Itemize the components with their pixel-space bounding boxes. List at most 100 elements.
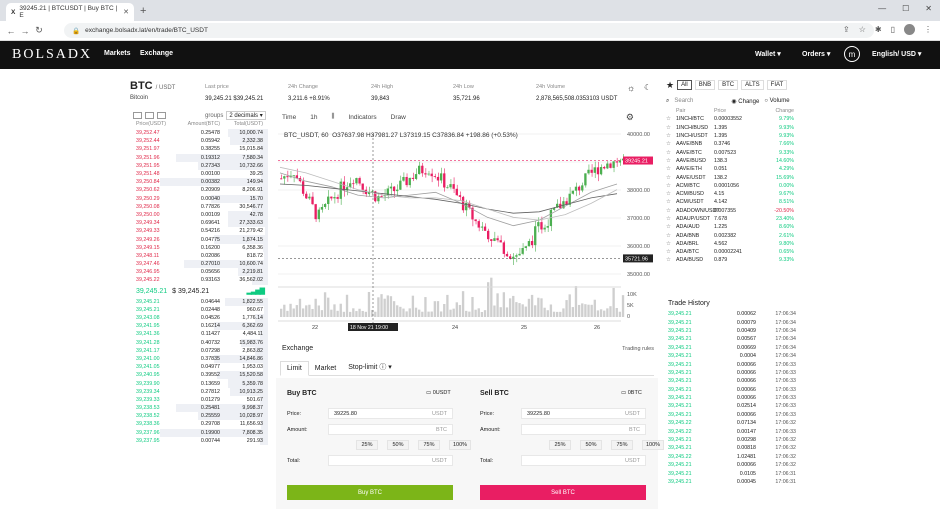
orderbook-row[interactable]: 39,252.47 0.25478 10,000.74 bbox=[133, 129, 268, 138]
market-search-input[interactable]: Search bbox=[674, 98, 726, 104]
orderbook-row[interactable]: 39,243.08 0.04526 1,776.14 bbox=[133, 313, 268, 323]
market-row[interactable]: ☆ ADA/AUD 1.225 8.60% bbox=[666, 223, 800, 231]
favorite-star-icon[interactable]: ☆ bbox=[666, 125, 676, 131]
browser-tab[interactable]: X 39245.21 | BTCUSDT | Buy BTC | E ✕ bbox=[6, 3, 134, 21]
asks-view-icon[interactable] bbox=[157, 112, 166, 119]
percent-100-button[interactable]: 100% bbox=[642, 440, 664, 450]
market-row[interactable]: ☆ 1INCH/USDT 1.395 9.93% bbox=[666, 132, 800, 140]
percent-25-button[interactable]: 25% bbox=[356, 440, 378, 450]
forward-icon[interactable]: → bbox=[18, 26, 32, 36]
nav-orders[interactable]: Orders ▾ bbox=[802, 50, 830, 58]
orderbook-row[interactable]: 39,241.17 0.07298 2,863.82 bbox=[133, 346, 268, 355]
indicators-icon[interactable]: ⫼ bbox=[331, 113, 334, 121]
market-row[interactable]: ☆ AAVE/BUSD 138.3 14.60% bbox=[666, 157, 800, 165]
percent-50-button[interactable]: 50% bbox=[387, 440, 409, 450]
language-currency-selector[interactable]: English/ USD ▾ bbox=[872, 50, 921, 58]
market-row[interactable]: ☆ AAVE/BNB 0.3746 7.66% bbox=[666, 140, 800, 148]
percent-75-button[interactable]: 75% bbox=[611, 440, 633, 450]
orderbook-row[interactable]: 39,250.84 0.00382 149.94 bbox=[133, 178, 268, 187]
filter-all[interactable]: All bbox=[677, 80, 692, 90]
dark-theme-icon[interactable]: ☾ bbox=[644, 83, 651, 92]
market-row[interactable]: ☆ ACM/USDT 4.142 8.51% bbox=[666, 198, 800, 206]
favorite-star-icon[interactable]: ☆ bbox=[666, 208, 676, 214]
favorite-star-icon[interactable]: ☆ bbox=[666, 249, 676, 255]
chart-tab-time[interactable]: Time bbox=[282, 114, 296, 121]
buy-amount-input[interactable]: BTC bbox=[328, 424, 453, 435]
nav-markets[interactable]: Markets bbox=[104, 50, 130, 57]
orderbook-row[interactable]: 39,250.00 0.00109 42.78 bbox=[133, 210, 268, 220]
chart-tab-indicators[interactable]: Indicators bbox=[348, 114, 376, 121]
user-avatar[interactable]: m bbox=[844, 46, 860, 62]
favorite-star-icon[interactable]: ☆ bbox=[666, 257, 676, 263]
menu-icon[interactable]: ⋮ bbox=[924, 25, 932, 34]
orderbook-row[interactable]: 39,250.62 0.20909 8,206.91 bbox=[133, 186, 268, 195]
close-window-icon[interactable]: ✕ bbox=[925, 4, 932, 13]
favorite-star-icon[interactable]: ☆ bbox=[666, 150, 676, 156]
favorite-star-icon[interactable]: ☆ bbox=[666, 199, 676, 205]
sell-amount-input[interactable]: BTC bbox=[521, 424, 646, 435]
orderbook-row[interactable]: 39,238.52 0.25559 10,028.97 bbox=[133, 412, 268, 421]
orderbook-row[interactable]: 39,249.26 0.04775 1,874.15 bbox=[133, 235, 268, 244]
market-row[interactable]: ☆ 1INCH/BTC 0.00003552 9.79% bbox=[666, 115, 800, 123]
nav-exchange[interactable]: Exchange bbox=[140, 50, 173, 57]
orderbook-row[interactable]: 39,249.34 0.69641 27,333.63 bbox=[133, 219, 268, 228]
minimize-icon[interactable]: — bbox=[878, 4, 886, 13]
orderbook-row[interactable]: 39,251.95 0.27343 10,732.66 bbox=[133, 161, 268, 170]
favorite-star-icon[interactable]: ☆ bbox=[666, 158, 676, 164]
new-tab-icon[interactable]: + bbox=[140, 5, 146, 17]
decimals-select[interactable]: 2 decimals ▾ bbox=[226, 111, 266, 120]
market-row[interactable]: ☆ ADADOWN/USDT 0.007355 -20.50% bbox=[666, 207, 800, 215]
reading-list-icon[interactable]: ▯ bbox=[891, 25, 895, 34]
tab-market[interactable]: Market bbox=[309, 362, 342, 375]
favorite-star-icon[interactable]: ☆ bbox=[666, 241, 676, 247]
orderbook-row[interactable]: 39,237.95 0.00744 291.93 bbox=[133, 436, 268, 445]
percent-75-button[interactable]: 75% bbox=[418, 440, 440, 450]
orderbook-row[interactable]: 39,238.36 0.29708 11,656.93 bbox=[133, 420, 268, 429]
tab-stop-limit[interactable]: Stop-limit ⓘ ▾ bbox=[342, 359, 398, 375]
percent-100-button[interactable]: 100% bbox=[449, 440, 471, 450]
market-row[interactable]: ☆ ACM/BUSD 4.15 9.67% bbox=[666, 190, 800, 198]
share-icon[interactable]: ⇪ bbox=[843, 25, 850, 34]
sell-total-input[interactable]: USDT bbox=[521, 455, 646, 466]
market-row[interactable]: ☆ ADA/BRL 4.562 9.80% bbox=[666, 240, 800, 248]
orderbook-row[interactable]: 39,247.46 0.27010 10,600.74 bbox=[133, 260, 268, 269]
back-icon[interactable]: ← bbox=[4, 26, 18, 36]
filter-btc[interactable]: BTC bbox=[718, 80, 739, 90]
site-logo[interactable]: BOLSADX bbox=[12, 47, 92, 63]
favorite-star-icon[interactable]: ☆ bbox=[666, 175, 676, 181]
reload-icon[interactable]: ↻ bbox=[32, 25, 46, 36]
buy-total-input[interactable]: USDT bbox=[328, 455, 453, 466]
orderbook-row[interactable]: 39,239.90 0.13659 5,359.78 bbox=[133, 379, 268, 388]
orderbook-row[interactable]: 39,251.48 0.00100 39.25 bbox=[133, 169, 268, 179]
orderbook-row[interactable]: 39,252.44 0.05942 2,332.38 bbox=[133, 137, 268, 146]
bids-view-icon[interactable] bbox=[145, 112, 154, 119]
market-row[interactable]: ☆ AAVE/USDT 138.2 15.69% bbox=[666, 173, 800, 181]
market-row[interactable]: ☆ AAVE/BTC 0.007523 9.33% bbox=[666, 148, 800, 156]
favorite-star-icon[interactable]: ☆ bbox=[666, 183, 676, 189]
percent-50-button[interactable]: 50% bbox=[580, 440, 602, 450]
favorite-star-icon[interactable]: ☆ bbox=[666, 224, 676, 230]
candlestick-chart[interactable]: 40000.0039000.0038000.0037000.0036000.00… bbox=[276, 124, 658, 335]
chart-tab-draw[interactable]: Draw bbox=[391, 114, 406, 121]
sell-price-input[interactable]: 39225.80 USDT bbox=[521, 408, 646, 419]
favorite-star-icon[interactable]: ☆ bbox=[666, 141, 676, 147]
favorite-star-icon[interactable]: ☆ bbox=[666, 116, 676, 122]
orderbook-row[interactable]: 39,245.22 0.93163 36,562.02 bbox=[133, 276, 268, 285]
filter-alts[interactable]: ALTS bbox=[741, 80, 764, 90]
orderbook-row[interactable]: 39,239.34 0.27812 10,913.25 bbox=[133, 387, 268, 396]
market-row[interactable]: ☆ ADA/BNB 0.002382 2.61% bbox=[666, 231, 800, 239]
both-sides-view-icon[interactable] bbox=[133, 112, 142, 119]
nav-wallet[interactable]: Wallet ▾ bbox=[755, 50, 781, 58]
extensions-icon[interactable]: ✱ bbox=[875, 25, 882, 34]
address-bar[interactable]: 🔒 exchange.bolsadx.lat/en/trade/BTC_USDT bbox=[64, 23, 874, 38]
favorite-star-icon[interactable]: ☆ bbox=[666, 191, 676, 197]
favorite-star-icon[interactable]: ☆ bbox=[666, 166, 676, 172]
orderbook-row[interactable]: 39,241.28 0.40732 15,983.76 bbox=[133, 338, 268, 347]
orderbook-row[interactable]: 39,249.15 0.16200 6,358.36 bbox=[133, 243, 268, 252]
filter-fiat[interactable]: FIAT bbox=[766, 80, 788, 90]
market-row[interactable]: ☆ 1INCH/BUSD 1.395 9.93% bbox=[666, 124, 800, 132]
orderbook-row[interactable]: 39,251.96 0.19312 7,580.34 bbox=[133, 153, 268, 162]
orderbook-row[interactable]: 39,248.11 0.02086 818.72 bbox=[133, 251, 268, 260]
orderbook-row[interactable]: 39,238.53 0.25481 9,998.37 bbox=[133, 404, 268, 413]
orderbook-row[interactable]: 39,241.00 0.37835 14,846.86 bbox=[133, 354, 268, 364]
